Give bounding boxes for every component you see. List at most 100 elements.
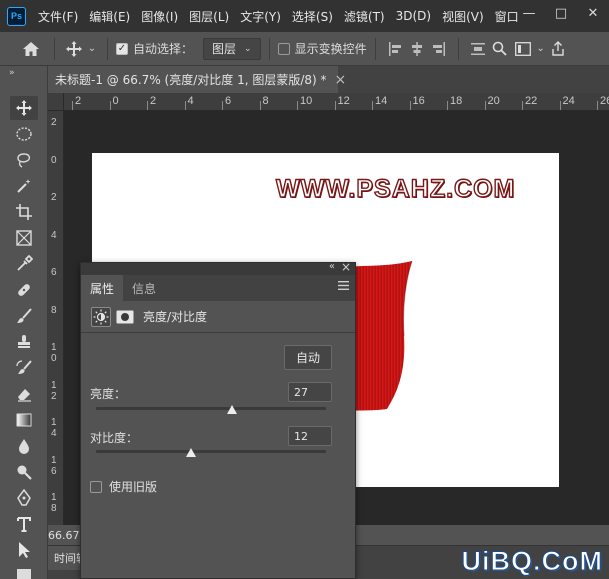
brightness-adjustment-icon[interactable] [91, 306, 111, 327]
ruler-label: 1 6 [51, 454, 57, 477]
elliptical-marquee-icon[interactable] [10, 122, 38, 146]
history-brush-icon[interactable] [10, 356, 38, 380]
close-window-button[interactable]: ✕ [577, 0, 609, 26]
ruler-origin[interactable] [48, 93, 64, 111]
ruler-label: 1 2 [51, 379, 57, 402]
menu-type[interactable]: 文字(Y) [240, 8, 281, 25]
auto-select-label: 自动选择： [133, 42, 194, 56]
tab-info[interactable]: 信息 [123, 275, 165, 301]
blur-icon[interactable] [10, 434, 38, 458]
show-transform-checkbox[interactable]: 显示变换控件 [277, 40, 367, 57]
ruler-label: 22 [525, 95, 538, 107]
checkbox-empty-icon[interactable] [90, 480, 102, 493]
collapse-toolbar-icon[interactable]: » [9, 68, 15, 78]
panel-menu-icon[interactable] [338, 281, 349, 290]
chevron-down-icon[interactable]: ⌄ [85, 43, 99, 54]
ruler-tick [259, 101, 261, 110]
layer-mask-icon[interactable] [115, 307, 135, 327]
share-icon[interactable] [547, 41, 569, 56]
ruler-label: 16 [412, 95, 425, 107]
menu-layer[interactable]: 图层(L) [189, 8, 229, 25]
checkbox-check-icon[interactable]: ✓ [116, 42, 128, 55]
site-brand-watermark: UiBQ.CoM [461, 546, 603, 577]
menu-3d[interactable]: 3D(D) [396, 9, 431, 23]
auto-button[interactable]: 自动 [284, 345, 332, 370]
brightness-slider-thumb[interactable] [226, 405, 237, 414]
ruler-label: 18 [450, 95, 463, 107]
brush-icon[interactable] [10, 304, 38, 328]
ruler-label: 10 [300, 95, 313, 107]
auto-select-target-value: 图层 [212, 42, 237, 56]
search-icon[interactable] [489, 41, 511, 56]
panel-tabs: 属性 信息 [81, 275, 355, 301]
ruler-tick [297, 101, 298, 110]
menu-image[interactable]: 图像(I) [141, 8, 178, 25]
ruler-label: 6 [51, 267, 57, 278]
use-legacy-label: 使用旧版 [109, 480, 158, 494]
contrast-input[interactable]: 12 [288, 426, 332, 446]
restore-button[interactable]: □ [545, 0, 577, 26]
rectangle-tool-icon[interactable] [10, 564, 38, 579]
timeline-tab[interactable]: 时间轴 [48, 546, 80, 570]
crop-icon[interactable] [10, 200, 38, 224]
align-left-icon[interactable] [384, 41, 406, 56]
close-panel-icon[interactable]: × [341, 260, 351, 274]
vertical-ruler[interactable]: 2 0 2 4 6 8 1 0 1 2 1 4 1 6 1 8 [48, 111, 64, 525]
type-tool-icon[interactable] [10, 512, 38, 536]
eraser-icon[interactable] [10, 382, 38, 406]
ruler-label: 1 0 [51, 342, 57, 364]
chevron-down-icon[interactable]: ⌄ [535, 43, 547, 54]
checkbox-empty-icon[interactable] [277, 42, 290, 55]
ruler-tick [597, 101, 598, 110]
frame-icon[interactable] [10, 226, 38, 250]
healing-brush-icon[interactable] [10, 278, 38, 302]
document-tab[interactable]: 未标题-1 @ 66.7% (亮度/对比度 1, 图层蒙版/8) * × [48, 66, 346, 93]
menu-view[interactable]: 视图(V) [442, 8, 484, 25]
menu-select[interactable]: 选择(S) [292, 8, 333, 25]
align-right-icon[interactable] [428, 41, 450, 56]
ruler-tick [222, 101, 223, 110]
move-tool-preset-icon[interactable] [63, 40, 85, 58]
contrast-slider-track[interactable] [96, 448, 326, 457]
ruler-label: 0 [112, 95, 119, 107]
contrast-label: 对比度： [90, 431, 139, 445]
collapse-panel-icon[interactable]: « [329, 261, 335, 272]
eyedropper-icon[interactable] [10, 252, 38, 276]
ruler-label: 2 [150, 95, 157, 107]
ruler-label: 6 [225, 95, 232, 107]
clone-stamp-icon[interactable] [10, 330, 38, 354]
dodge-icon[interactable] [10, 460, 38, 484]
menu-filter[interactable]: 滤镜(T) [344, 8, 385, 25]
workspace-layout-icon[interactable] [511, 41, 535, 56]
align-center-icon[interactable] [406, 41, 428, 56]
panel-drag-bar[interactable]: « × [81, 260, 355, 275]
lasso-icon[interactable] [10, 148, 38, 172]
tab-properties[interactable]: 属性 [81, 275, 124, 301]
brightness-slider-track[interactable] [96, 405, 326, 414]
gradient-icon[interactable] [10, 408, 38, 432]
horizontal-ruler[interactable]: 202468101214161820222426 [64, 93, 609, 111]
minimize-button[interactable]: — [513, 0, 545, 26]
brightness-input[interactable]: 27 [288, 382, 332, 402]
menu-file[interactable]: 文件(F) [38, 8, 78, 25]
magic-wand-icon[interactable] [10, 174, 38, 198]
menu-edit[interactable]: 编辑(E) [89, 8, 130, 25]
path-selection-icon[interactable] [10, 538, 38, 562]
auto-select-target-dropdown[interactable]: 图层 ⌄ [203, 37, 261, 60]
ruler-label: 0 [51, 154, 57, 166]
canvas-watermark-text: WWW.PSAHZ.COM [275, 174, 516, 203]
close-tab-icon[interactable]: × [335, 72, 347, 88]
contrast-slider-thumb[interactable] [186, 448, 197, 457]
photoshop-logo-icon[interactable]: Ps [7, 6, 26, 26]
distribute-icon[interactable] [467, 42, 489, 56]
home-icon[interactable] [16, 41, 46, 57]
auto-select-checkbox[interactable]: ✓ 自动选择： [116, 40, 193, 57]
use-legacy-checkbox[interactable]: 使用旧版 [90, 478, 157, 495]
ruler-label: 14 [375, 95, 388, 107]
ruler-tick [109, 101, 111, 110]
document-tab-bar: 未标题-1 @ 66.7% (亮度/对比度 1, 图层蒙版/8) * × [48, 66, 609, 93]
divider [107, 37, 108, 60]
ruler-tick [372, 101, 373, 110]
pen-icon[interactable] [10, 486, 38, 510]
move-tool-icon[interactable] [10, 96, 38, 120]
